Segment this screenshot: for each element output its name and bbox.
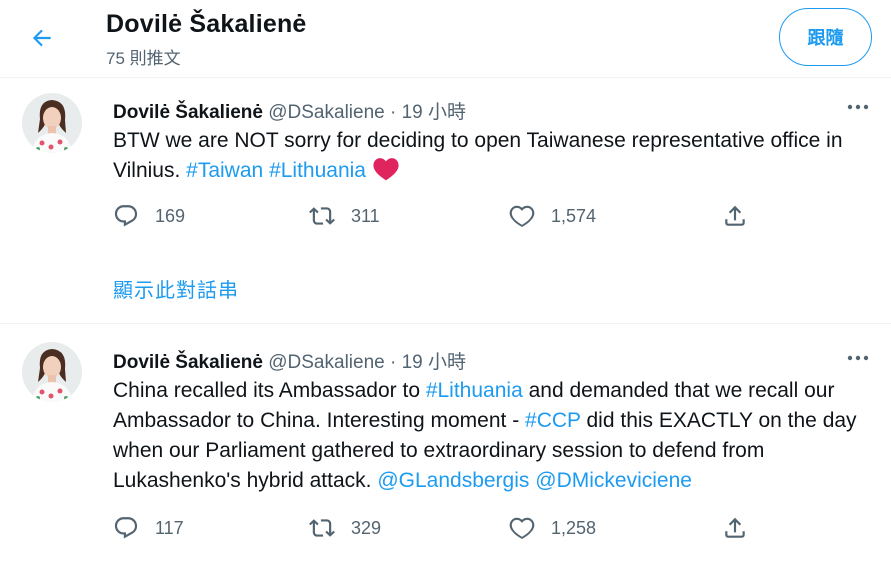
tweet-actions: 117 329 1,258 — [113, 515, 873, 545]
like-button[interactable]: 1,574 — [509, 203, 596, 229]
reply-count: 117 — [155, 517, 184, 538]
tweet[interactable]: Dovilė Šakalienė @DSakaliene · 19 小時 BTW… — [0, 78, 891, 324]
arrow-left-icon — [32, 29, 51, 47]
share-button[interactable] — [722, 515, 748, 541]
tweet-header: Dovilė Šakalienė @DSakaliene · 19 小時 — [113, 347, 466, 374]
separator-dot: · — [390, 102, 397, 123]
retweet-count: 329 — [351, 517, 382, 538]
heart-emoji-icon — [372, 157, 400, 190]
author-handle[interactable]: @DSakaliene — [268, 352, 384, 373]
tweet-actions: 169 311 1,574 — [113, 203, 873, 233]
share-icon — [725, 517, 745, 538]
back-button[interactable] — [22, 18, 62, 58]
more-icon — [847, 355, 869, 361]
retweet-button[interactable]: 311 — [309, 203, 380, 229]
retweet-count: 311 — [351, 205, 380, 226]
author-handle[interactable]: @DSakaliene — [268, 102, 384, 123]
tweet-time[interactable]: 19 小時 — [402, 102, 466, 123]
more-icon — [847, 104, 869, 110]
mention-link[interactable]: @DMickeviciene — [535, 469, 692, 492]
reply-count: 169 — [155, 205, 186, 226]
avatar[interactable] — [22, 93, 82, 153]
reply-button[interactable]: 169 — [113, 203, 185, 229]
like-button[interactable]: 1,258 — [509, 515, 596, 541]
like-count: 1,574 — [551, 205, 597, 226]
retweet-icon — [309, 519, 335, 537]
hashtag-link[interactable]: #CCP — [525, 409, 581, 432]
reply-button[interactable]: 117 — [113, 515, 184, 541]
tweet-text: BTW we are NOT sorry for deciding to ope… — [113, 126, 873, 190]
tweet-header: Dovilė Šakalienė @DSakaliene · 19 小時 — [113, 97, 466, 124]
tweet-text: China recalled its Ambassador to #Lithua… — [113, 379, 857, 492]
tweet-count: 75 則推文 — [106, 49, 181, 68]
reply-icon — [114, 517, 138, 539]
retweet-icon — [309, 207, 335, 225]
hashtag-link[interactable]: #Lithuania — [426, 379, 523, 402]
author-name[interactable]: Dovilė Šakalienė — [113, 102, 263, 123]
hashtag-link[interactable]: #Lithuania — [269, 159, 366, 182]
author-name[interactable]: Dovilė Šakalienė — [113, 352, 263, 373]
follow-button[interactable]: 跟隨 — [779, 8, 872, 66]
heart-outline-icon — [509, 517, 535, 539]
share-icon — [725, 205, 745, 226]
more-options-button[interactable] — [843, 348, 873, 368]
heart-outline-icon — [509, 205, 535, 227]
share-button[interactable] — [722, 203, 748, 229]
avatar[interactable] — [22, 342, 82, 402]
hashtag-link[interactable]: #Taiwan — [186, 159, 263, 182]
page-title: Dovilė Šakalienė — [106, 10, 307, 38]
like-count: 1,258 — [551, 517, 597, 538]
profile-header: Dovilė Šakalienė 75 則推文 跟隨 — [0, 0, 891, 78]
mention-link[interactable]: @GLandsbergis — [377, 469, 529, 492]
more-options-button[interactable] — [843, 97, 873, 117]
show-thread-link[interactable]: 顯示此對話串 — [113, 274, 239, 303]
tweet-time[interactable]: 19 小時 — [402, 352, 466, 373]
retweet-button[interactable]: 329 — [309, 515, 381, 541]
separator-dot: · — [390, 352, 397, 373]
tweet[interactable]: Dovilė Šakalienė @DSakaliene · 19 小時 Chi… — [0, 324, 891, 574]
reply-icon — [114, 205, 138, 227]
